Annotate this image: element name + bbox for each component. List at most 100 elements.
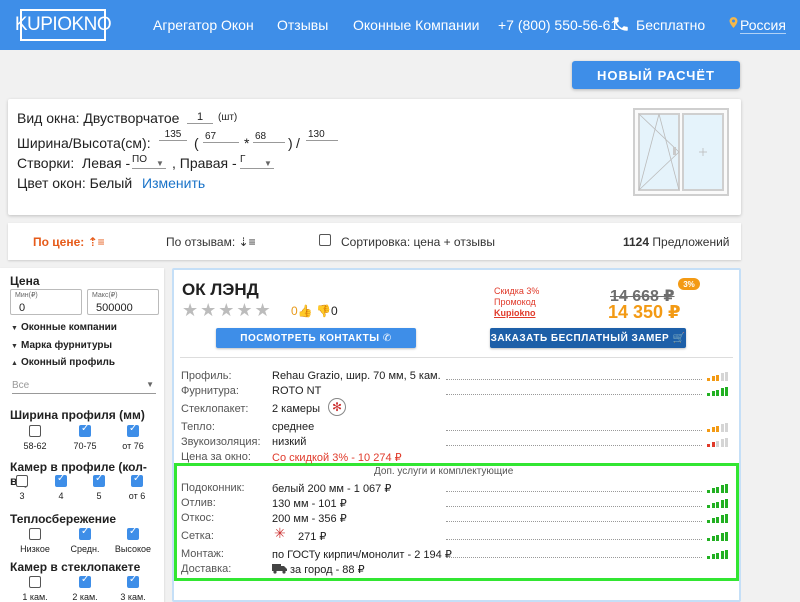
sash-width-input-2[interactable]: 68 bbox=[253, 131, 285, 143]
filter-checkbox[interactable] bbox=[79, 423, 91, 437]
filter-checkbox[interactable] bbox=[127, 423, 139, 437]
filter-checkbox[interactable] bbox=[131, 473, 143, 487]
row-label: Звукоизоляция: bbox=[181, 436, 261, 448]
price-max-label: Макс(₽) bbox=[92, 292, 118, 299]
phone-icon bbox=[614, 17, 628, 31]
profile-select[interactable]: Все ▼ bbox=[12, 380, 156, 394]
height-input[interactable]: 130 bbox=[306, 129, 338, 141]
dotted-leader bbox=[446, 491, 702, 492]
filter-checkbox-label: Высокое bbox=[114, 544, 152, 554]
window-preview-image bbox=[633, 108, 729, 196]
price-min-value: 0 bbox=[19, 302, 26, 314]
new-price: 14 350 ₽ bbox=[608, 302, 681, 322]
rating-bars-icon bbox=[707, 531, 729, 541]
filter-checkbox[interactable] bbox=[79, 526, 91, 540]
row-value: 200 мм - 356 ₽ bbox=[272, 513, 347, 525]
new-calculation-button[interactable]: НОВЫЙ РАСЧЁТ bbox=[572, 61, 740, 89]
sort-by-reviews[interactable]: По отзывам: ⇣≡ bbox=[166, 235, 256, 249]
snowflake-icon: ✻ bbox=[328, 398, 346, 416]
nav-reviews[interactable]: Отзывы bbox=[277, 17, 328, 33]
window-params-panel: Вид окна: Двустворчатое 1 (шт) Ширина/Вы… bbox=[8, 99, 741, 215]
sort-bar: По цене: ⇡≡ По отзывам: ⇣≡ Сортировка: ц… bbox=[8, 223, 741, 260]
phone-icon: ✆ bbox=[382, 332, 392, 344]
offers-count-label: Предложений bbox=[652, 235, 730, 249]
sash-right-label: , Правая - bbox=[172, 155, 237, 171]
likes-count: 0 bbox=[291, 304, 298, 318]
phone-number[interactable]: +7 (800) 550-56-61 bbox=[498, 17, 618, 33]
quantity-input[interactable]: 1 bbox=[187, 111, 213, 124]
thumbs-up-icon[interactable]: 👍 bbox=[298, 304, 313, 318]
dotted-leader bbox=[446, 430, 702, 431]
filter-checkbox[interactable] bbox=[16, 475, 28, 487]
accordion-profile[interactable]: ▲ Оконный профиль bbox=[11, 357, 115, 368]
dotted-leader bbox=[446, 539, 702, 540]
change-color-link[interactable]: Изменить bbox=[142, 175, 205, 191]
filter-checkbox-label: от 76 bbox=[122, 441, 144, 451]
accordion-hardware-label: Марка фурнитуры bbox=[21, 340, 113, 351]
row-label: Стеклопакет: bbox=[181, 403, 249, 415]
sort-combo-checkbox[interactable] bbox=[319, 234, 331, 246]
width-input[interactable]: 135 bbox=[159, 129, 187, 141]
rating-bars-icon bbox=[707, 483, 729, 493]
country-selector[interactable]: Россия bbox=[740, 17, 786, 33]
price-min-field[interactable]: Мин(₽) 0 bbox=[10, 289, 82, 315]
row-label: Тепло: bbox=[181, 421, 215, 433]
rating-stars: ★★★★★ bbox=[182, 300, 273, 320]
likes-counter: 0👍 👎0 bbox=[291, 304, 338, 318]
size-label: Ширина/Высота(см): bbox=[17, 135, 151, 151]
filter-checkbox[interactable] bbox=[29, 576, 41, 588]
filter-checkbox[interactable] bbox=[127, 574, 139, 588]
filter-checkbox[interactable] bbox=[55, 473, 67, 487]
truck-icon bbox=[272, 563, 287, 574]
phone-note: Бесплатно bbox=[636, 17, 706, 33]
promo-line: Промокод bbox=[494, 297, 536, 307]
chevron-down-icon: ▼ bbox=[146, 380, 154, 389]
top-header: KUPIOKNO Агрегатор Окон Отзывы Оконные К… bbox=[0, 0, 800, 50]
size-open-paren: ( bbox=[194, 135, 199, 151]
sash-left-label: Левая - bbox=[82, 155, 131, 171]
sash-left-value: ПО bbox=[132, 154, 147, 165]
filter-checkbox-label: 3 кам. bbox=[120, 592, 146, 602]
price-max-field[interactable]: Макс(₽) 500000 bbox=[87, 289, 159, 315]
filter-checkbox[interactable] bbox=[29, 425, 41, 437]
filter-checkbox[interactable] bbox=[93, 473, 105, 487]
order-measure-button[interactable]: ЗАКАЗАТЬ БЕСПЛАТНЫЙ ЗАМЕР 🛒 bbox=[490, 328, 686, 348]
offer-card: ОК ЛЭНД ★★★★★ 0👍 👎0 Скидка 3% Промокод K… bbox=[172, 268, 741, 602]
chevron-down-icon: ▼ bbox=[264, 159, 272, 168]
nav-aggregator[interactable]: Агрегатор Окон bbox=[153, 17, 254, 33]
row-value: по ГОСТу кирпич/монолит - 2 194 ₽ bbox=[272, 549, 452, 561]
window-type-label: Вид окна: Двустворчатое bbox=[17, 110, 180, 126]
sort-arrow-icon: ⇣≡ bbox=[238, 235, 256, 249]
rating-bars-icon bbox=[707, 513, 729, 523]
filter-checkbox-label: 58-62 bbox=[23, 441, 47, 451]
divider bbox=[180, 357, 733, 358]
company-name[interactable]: ОК ЛЭНД bbox=[182, 280, 259, 300]
accordion-companies[interactable]: ▼ Оконные компании bbox=[11, 322, 117, 333]
country-underline bbox=[740, 33, 786, 34]
heat-title: Теплосбережение bbox=[10, 512, 117, 526]
filter-checkbox[interactable] bbox=[127, 526, 139, 540]
sash-width-input-1[interactable]: 67 bbox=[203, 131, 239, 143]
dotted-leader bbox=[446, 521, 702, 522]
nav-companies[interactable]: Оконные Компании bbox=[353, 17, 479, 33]
site-logo[interactable]: KUPIOKNO bbox=[15, 9, 112, 41]
rating-bars-icon bbox=[707, 549, 729, 559]
filter-checkbox-label: от 6 bbox=[128, 491, 146, 501]
filter-checkbox[interactable] bbox=[79, 574, 91, 588]
view-contacts-button[interactable]: ПОСМОТРЕТЬ КОНТАКТЫ ✆ bbox=[216, 328, 416, 348]
thumbs-down-icon[interactable]: 👎 bbox=[316, 304, 331, 318]
row-value: Rehau Grazio, шир. 70 мм, 5 кам. bbox=[272, 370, 441, 382]
row-value: 130 мм - 101 ₽ bbox=[272, 498, 347, 510]
triangle-up-icon: ▲ bbox=[11, 360, 18, 367]
extras-title: Доп. услуги и комплектующие bbox=[374, 466, 514, 477]
accordion-hardware[interactable]: ▼ Марка фурнитуры bbox=[11, 340, 112, 351]
filter-checkbox-label: 2 кам. bbox=[72, 592, 98, 602]
size-close-paren: ) bbox=[288, 135, 293, 151]
row-label: Отлив: bbox=[181, 497, 216, 509]
size-slash: / bbox=[296, 135, 300, 151]
row-value: 271 ₽ bbox=[298, 531, 327, 543]
filter-checkbox[interactable] bbox=[29, 528, 41, 540]
sort-by-price[interactable]: По цене: ⇡≡ bbox=[33, 235, 105, 249]
rating-bars-icon bbox=[707, 498, 729, 508]
dotted-leader bbox=[446, 379, 702, 380]
